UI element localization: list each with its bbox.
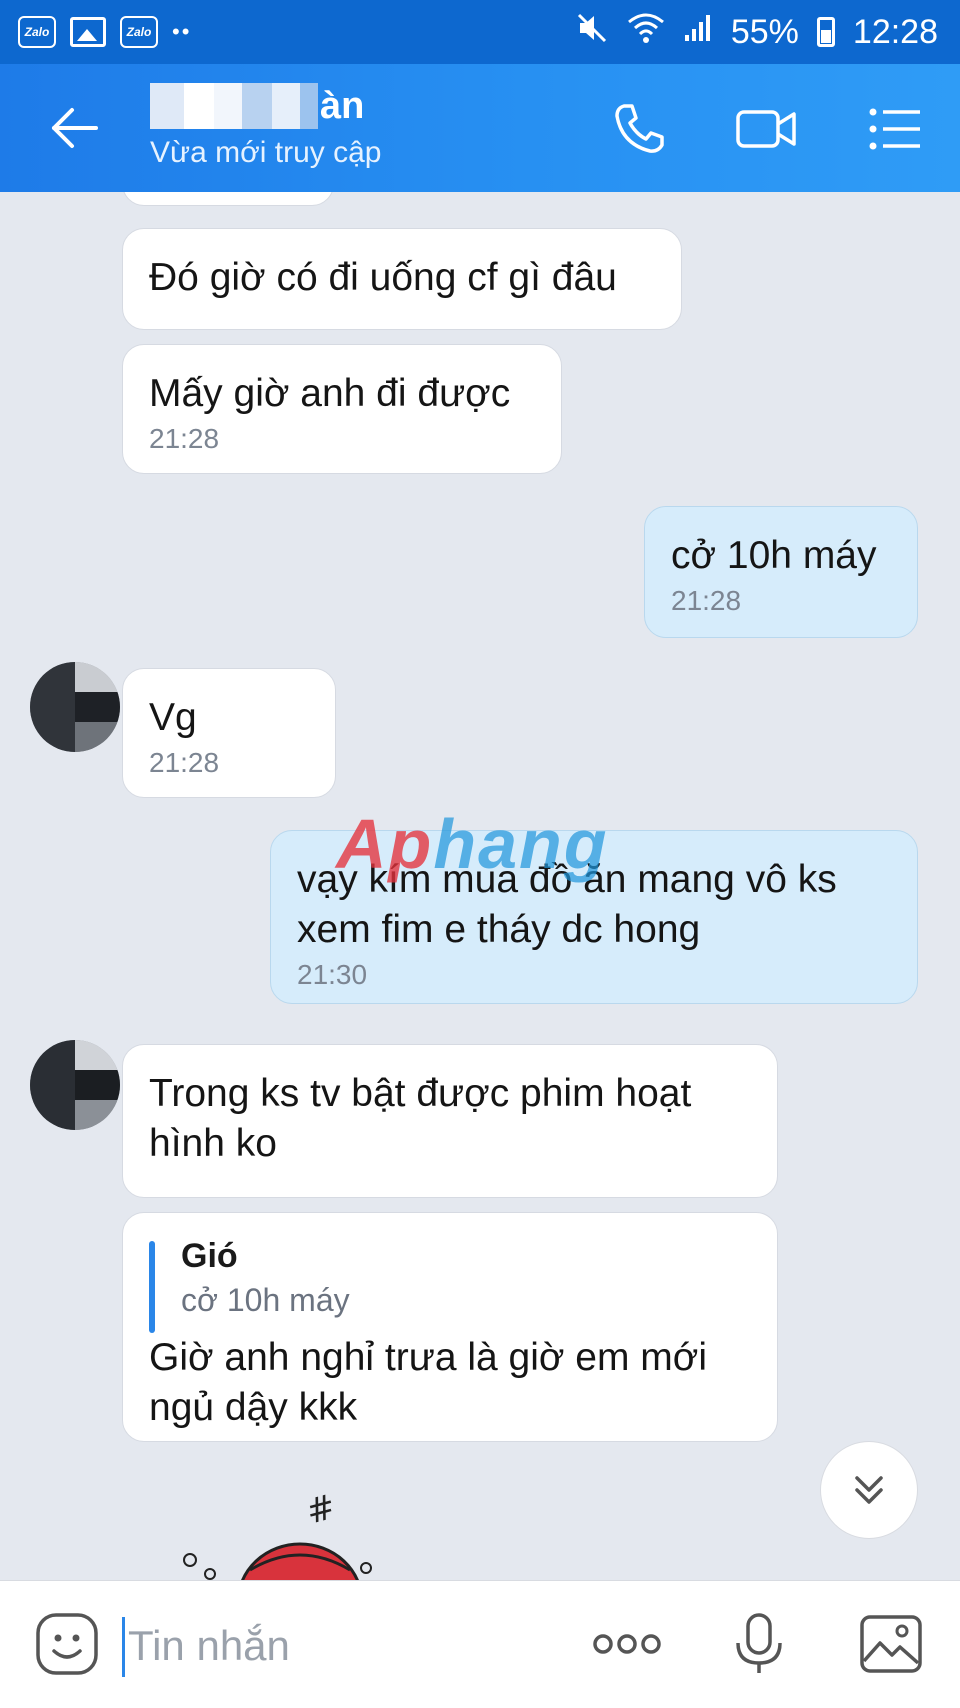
contact-name[interactable]: àn xyxy=(150,80,364,132)
message-time: 21:30 xyxy=(297,959,368,990)
watermark-logo: Aphang xyxy=(336,805,609,883)
more-notifications-icon: •• xyxy=(172,19,192,44)
microphone-icon[interactable] xyxy=(726,1611,792,1677)
message-text: Đó giờ có đi uống cf gì đâu xyxy=(149,256,617,299)
battery-percent: 55% xyxy=(730,12,799,51)
menu-list-icon[interactable] xyxy=(866,100,924,158)
message-bubble-incoming[interactable]: Trong ks tv bật được phim hoạt hình ko xyxy=(122,1044,778,1198)
message-input[interactable] xyxy=(128,1611,558,1681)
gallery-icon xyxy=(70,17,106,47)
message-text: Vg xyxy=(149,696,197,739)
message-time: 21:28 xyxy=(149,747,220,778)
status-bar: Zalo Zalo •• 55% 12:28 xyxy=(0,0,960,64)
message-bubble-incoming[interactable]: Mấy giờ anh đi được 21:28 xyxy=(122,344,562,474)
chat-header: àn Vừa mới truy cập xyxy=(0,64,960,192)
contact-status: Vừa mới truy cập xyxy=(150,136,382,169)
emoji-sticker-icon[interactable] xyxy=(34,1611,100,1677)
contact-name-text: àn xyxy=(320,84,365,127)
video-call-icon[interactable] xyxy=(734,100,800,158)
sticker-image[interactable]: # xyxy=(170,1490,410,1580)
quoted-sender: Gió xyxy=(181,1237,238,1275)
wifi-icon xyxy=(627,12,665,53)
redacted-name-blur xyxy=(150,83,318,129)
message-time: 21:28 xyxy=(149,423,220,454)
contact-avatar[interactable] xyxy=(30,1040,120,1130)
message-text: Giờ anh nghỉ trưa là giờ em mới ngủ dậy … xyxy=(149,1336,708,1429)
zalo-app-icon: Zalo xyxy=(18,16,56,48)
more-options-icon[interactable] xyxy=(590,1611,664,1677)
quote-bar xyxy=(149,1241,155,1333)
message-bubble-outgoing[interactable]: cở 10h máy 21:28 xyxy=(644,506,918,638)
scroll-to-bottom-button[interactable] xyxy=(820,1441,918,1539)
message-text: Mấy giờ anh đi được xyxy=(149,372,511,415)
phone-call-icon[interactable] xyxy=(610,100,668,158)
zalo-app-icon: Zalo xyxy=(120,16,158,48)
contact-avatar[interactable] xyxy=(30,662,120,752)
message-composer xyxy=(0,1580,960,1708)
message-list[interactable]: Đó giờ có đi uống cf gì đâu Mấy giờ anh … xyxy=(0,192,960,1580)
double-chevron-down-icon xyxy=(855,1476,883,1504)
message-text: cở 10h máy xyxy=(671,534,877,577)
message-text: Trong ks tv bật được phim hoạt hình ko xyxy=(149,1072,692,1165)
quoted-text: cở 10h máy xyxy=(181,1282,350,1318)
signal-icon xyxy=(683,13,713,52)
message-bubble-partial[interactable] xyxy=(122,192,334,206)
battery-icon xyxy=(816,17,835,47)
svg-text:#: # xyxy=(302,1490,340,1533)
back-arrow-icon[interactable] xyxy=(46,100,102,156)
message-bubble-reply[interactable]: Gió cở 10h máy Giờ anh nghỉ trưa là giờ … xyxy=(122,1212,778,1442)
message-bubble-incoming[interactable]: Đó giờ có đi uống cf gì đâu xyxy=(122,228,682,330)
clock: 12:28 xyxy=(852,12,938,51)
gallery-icon[interactable] xyxy=(858,1611,924,1677)
message-bubble-incoming[interactable]: Vg 21:28 xyxy=(122,668,336,798)
message-time: 21:28 xyxy=(671,585,742,616)
mute-icon xyxy=(575,11,609,54)
text-cursor xyxy=(122,1617,125,1677)
